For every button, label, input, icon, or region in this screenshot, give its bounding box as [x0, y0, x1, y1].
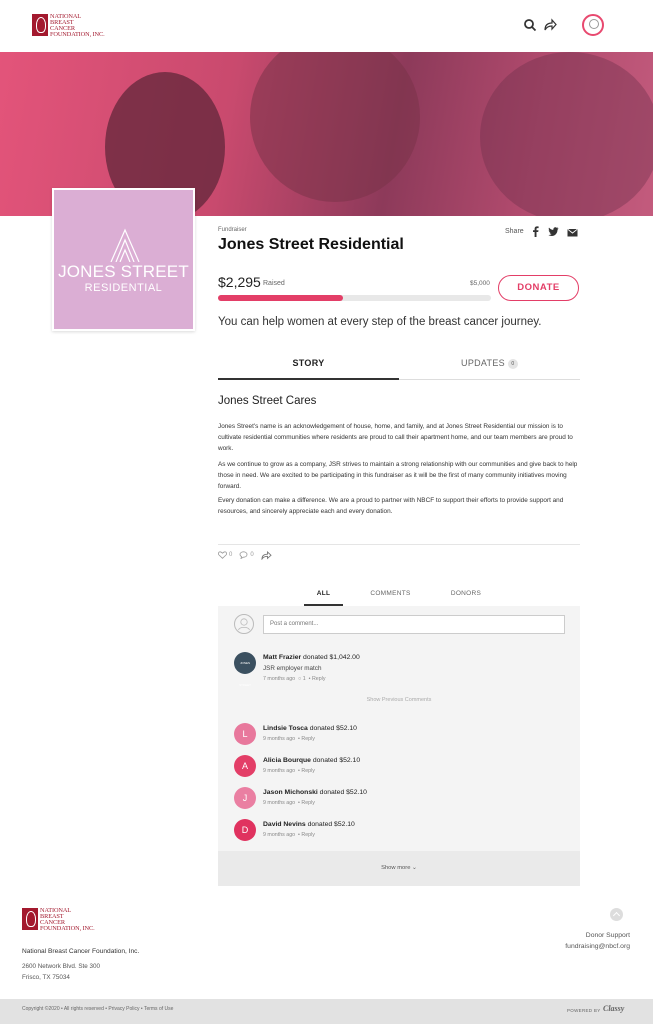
footer-logo[interactable]: National Breast Cancer Foundation, Inc. [22, 907, 95, 932]
reply-link[interactable]: Reply [301, 800, 315, 806]
nbcf-logo[interactable]: National Breast Cancer Foundation, Inc. [32, 13, 105, 38]
donor-name: David Nevins donated $52.10 [263, 821, 355, 828]
tab-updates[interactable]: UPDATES 0 [399, 350, 580, 380]
heart-icon[interactable] [218, 551, 227, 559]
tab-story[interactable]: STORY [218, 350, 399, 380]
tab-updates-label: UPDATES [461, 358, 505, 368]
donor-meta: 7 months ago ○ 1 • Reply [263, 676, 326, 682]
footer-city: Frisco, TX 75034 [22, 974, 70, 981]
powered-by: POWERED BY [567, 1008, 601, 1013]
user-placeholder-icon [234, 614, 254, 634]
comment-count: 0 [250, 552, 254, 558]
chevron-down-icon: ⌄ [412, 865, 417, 871]
updates-count-badge: 0 [507, 359, 518, 369]
facebook-icon[interactable] [530, 226, 541, 237]
footer-address: 2600 Network Blvd. Ste 300 [22, 963, 101, 970]
story-paragraph: Every donation can make a difference. We… [218, 497, 564, 515]
scroll-top-icon[interactable] [610, 908, 623, 921]
person-icon [238, 618, 250, 631]
hero-person-right [250, 52, 420, 202]
story-heading: Jones Street Cares [218, 395, 317, 407]
raised-amount: $2,295 [218, 274, 261, 290]
page-title: Jones Street Residential [218, 236, 404, 253]
building-logo-icon [110, 228, 140, 262]
email-icon[interactable] [567, 227, 578, 238]
donor-name: Matt Frazier donated $1,042.00 [263, 654, 360, 661]
comment-icon[interactable] [239, 551, 248, 559]
donor-avatar: L [234, 723, 256, 745]
search-icon[interactable] [523, 18, 537, 32]
hero-background [480, 52, 653, 216]
ribbon-logo-icon [32, 14, 48, 36]
activity-tab-comments[interactable]: COMMENTS [363, 586, 418, 606]
donor-support-title: Donor Support [585, 932, 630, 939]
show-previous-comments[interactable]: Show Previous Comments [218, 697, 580, 703]
site-header: National Breast Cancer Foundation, Inc. [0, 0, 653, 52]
share-post-icon[interactable] [261, 550, 272, 560]
progress-fill [218, 295, 344, 301]
tagline: You can help women at every step of the … [218, 316, 542, 328]
donor-name: Jason Michonski donated $52.10 [263, 789, 367, 796]
tab-story-label: STORY [292, 358, 325, 368]
story-paragraph: As we continue to grow as a company, JSR… [218, 461, 578, 490]
donor-meta: 9 months ago • Reply [263, 800, 315, 806]
tile-subtitle: RESIDENTIAL [84, 282, 163, 294]
support-email[interactable]: fundraising@nbcf.org [565, 943, 630, 950]
show-more-label: Show more [381, 865, 411, 871]
donate-button[interactable]: DONATE [498, 275, 579, 301]
share-icon[interactable] [543, 18, 557, 32]
social-actions: 0 0 [218, 549, 272, 561]
like-count: 0 [229, 552, 233, 558]
donor-name: Alicia Bourque donated $52.10 [263, 757, 361, 764]
content-tabs: STORY UPDATES 0 [218, 350, 580, 380]
ribbon-logo-icon [22, 908, 38, 930]
reply-link[interactable]: Reply [312, 676, 326, 682]
activity-tab-donors[interactable]: DONORS [443, 586, 489, 606]
donor-avatar: A [234, 755, 256, 777]
activity-tab-all[interactable]: ALL [304, 586, 343, 606]
tile-title: JONES STREET [58, 262, 189, 281]
activity-tabs: ALL COMMENTS DONORS [218, 586, 580, 606]
jsr-avatar: JONES STREET [234, 652, 256, 687]
fundraiser-avatar: JONES STREET RESIDENTIAL [52, 188, 195, 331]
classy-logo[interactable]: Classy [603, 1004, 624, 1013]
footer-org-name: National Breast Cancer Foundation, Inc. [22, 948, 140, 955]
donor-meta: 9 months ago • Reply [263, 736, 315, 742]
twitter-icon[interactable] [548, 226, 559, 237]
show-more-button[interactable]: Show more ⌄ [218, 851, 580, 886]
goal-amount: $5,000 [470, 280, 490, 287]
divider [218, 544, 580, 545]
reply-link[interactable]: Reply [301, 736, 315, 742]
raised-label: Raised [263, 280, 285, 287]
reply-link[interactable]: Reply [301, 768, 315, 774]
reply-link[interactable]: Reply [301, 832, 315, 838]
progress-bar [218, 295, 491, 301]
donor-note: JSR employer match [263, 665, 322, 672]
donor-avatar: D [234, 819, 256, 841]
donor-meta: 9 months ago • Reply [263, 768, 315, 774]
fundraiser-label: Fundraiser [218, 227, 247, 233]
user-avatar-icon[interactable] [582, 14, 604, 36]
donor-avatar: J [234, 787, 256, 809]
logo-text: National Breast Cancer Foundation, Inc. [50, 13, 105, 38]
copyright: Copyright ©2020 • All rights reserved • … [22, 1006, 174, 1012]
comment-input[interactable]: Post a comment... [263, 615, 565, 634]
activity-feed [218, 606, 580, 886]
story-paragraph: Jones Street's name is an acknowledgemen… [218, 423, 573, 452]
donor-meta: 9 months ago • Reply [263, 832, 315, 838]
donor-name: Lindsie Tosca donated $52.10 [263, 725, 357, 732]
share-label: Share [505, 228, 524, 235]
footer-logo-text: National Breast Cancer Foundation, Inc. [40, 907, 95, 932]
